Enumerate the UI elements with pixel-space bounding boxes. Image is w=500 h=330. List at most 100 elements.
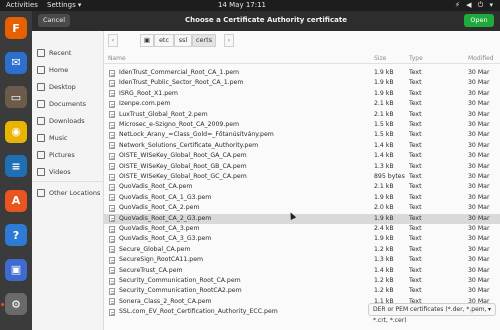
file-name: IdenTrust_Commercial_Root_CA_1.pem <box>119 69 240 76</box>
file-row[interactable]: LuxTrust_Global_Root_2.pem 2.1 kB Text 30 M… <box>104 110 500 120</box>
sidebar-item-label: Recent <box>49 49 72 57</box>
file-name: QuoVadis_Root_CA_3.pem <box>119 225 200 232</box>
text-file-icon <box>109 308 115 316</box>
screenshot-icon[interactable]: ▣ <box>5 258 27 281</box>
file-row[interactable]: ISRG_Root_X1.pem 1.9 kB Text 30 Mar <box>104 89 500 99</box>
rhythmbox-icon[interactable]: ◉ <box>5 120 27 143</box>
open-button[interactable]: Open <box>464 14 494 27</box>
settings-icon[interactable]: ⚙ <box>5 293 27 315</box>
file-type-filter[interactable]: DER or PEM certificates (*.der, *.pem, *… <box>368 303 496 324</box>
file-size: 2.0 kB <box>374 204 394 212</box>
sidebar-item-videos[interactable]: Videos <box>32 165 104 179</box>
sidebar-item-downloads[interactable]: Downloads <box>32 114 104 128</box>
software-icon[interactable]: A <box>5 189 27 212</box>
file-modified: 30 Mar <box>468 89 490 97</box>
file-type: Text <box>409 141 422 149</box>
text-file-icon <box>109 225 115 233</box>
column-header: Name Size Type Modified <box>104 53 500 64</box>
sidebar-item-home[interactable]: Home <box>32 63 104 77</box>
file-row[interactable]: Secure_Global_CA.pem 1.2 kB Text 30 Mar <box>104 245 500 255</box>
help-icon[interactable]: ? <box>5 224 27 246</box>
file-row[interactable]: Security_Communication_RootCA2.pem 1.2 kB… <box>104 286 500 296</box>
sidebar-item-recent[interactable]: Recent <box>32 46 104 60</box>
file-row[interactable]: OISTE_WISeKey_Global_Root_GC_CA.pem 895 b… <box>104 172 500 182</box>
file-row[interactable]: QuoVadis_Root_CA_1_G3.pem 1.9 kB Text 30 Ma… <box>104 193 500 203</box>
text-file-icon <box>109 256 115 264</box>
path-right-arrow-icon[interactable]: › <box>224 34 234 47</box>
file-row[interactable]: QuoVadis_Root_CA_2.pem 2.0 kB Text 30 Mar <box>104 203 500 213</box>
file-row[interactable]: IdenTrust_Commercial_Root_CA_1.pem 1.9 kB… <box>104 68 500 78</box>
file-name: Sonera_Class_2_Root_CA.pem <box>119 297 212 305</box>
file-name: LuxTrust_Global_Root_2.pem <box>119 110 208 118</box>
sidebar-item-label: Other Locations <box>49 189 101 197</box>
column-type[interactable]: Type <box>409 55 423 62</box>
activities-button[interactable]: Activities <box>6 1 38 9</box>
file-type: Text <box>409 287 422 295</box>
thunderbird-icon[interactable]: ✉ <box>5 51 27 74</box>
sidebar-item-pictures[interactable]: Pictures <box>32 148 104 162</box>
file-name: Secure_Global_CA.pem <box>119 245 191 253</box>
file-modified: 30 Mar <box>468 131 490 139</box>
file-modified: 30 Mar <box>468 110 490 118</box>
file-size: 1.3 kB <box>374 256 394 264</box>
system-tray[interactable]: ⚡ ◀ ⏻ ▾ <box>455 1 495 10</box>
file-modified: 30 Mar <box>468 100 490 108</box>
firefox-icon[interactable]: F <box>5 17 27 39</box>
file-row[interactable]: QuoVadis_Root_CA_2_G3.pem 1.9 kB Text 30 Ma… <box>104 213 500 224</box>
file-name: ISRG_Root_X1.pem <box>119 89 178 97</box>
sidebar-item-music[interactable]: Music <box>32 131 104 145</box>
column-modified[interactable]: Modified <box>468 55 494 62</box>
file-row[interactable]: Microsec_e-Szigno_Root_CA_2009.pem 1.5 kB… <box>104 120 500 130</box>
file-row[interactable]: Security_Communication_Root_CA.pem 1.2 kB… <box>104 276 500 286</box>
sidebar-item-desktop[interactable]: Desktop <box>32 80 104 94</box>
file-type: Text <box>409 121 422 128</box>
app-menu[interactable]: Settings ▾ <box>47 1 81 9</box>
crumb-ssl[interactable]: ssl <box>174 34 192 47</box>
column-name[interactable]: Name <box>108 55 126 62</box>
file-chooser-dialog: Cancel Choose a Certificate Authority ce… <box>32 11 500 330</box>
file-type: Text <box>409 110 422 118</box>
file-row[interactable]: IdenTrust_Public_Sector_Root_CA_1.pem 1.9… <box>104 78 500 88</box>
file-modified: 30 Mar <box>468 141 490 149</box>
file-row[interactable]: SecureTrust_CA.pem 1.4 kB Text 30 Mar <box>104 266 500 276</box>
file-row[interactable]: NetLock_Arany_=Class_Gold=_Főtanúsítvány… <box>104 130 500 140</box>
file-name: QuoVadis_Root_CA_2_G3.pem <box>119 214 212 222</box>
music-icon <box>37 134 45 142</box>
downloads-icon <box>37 117 45 125</box>
text-file-icon <box>109 194 115 202</box>
file-name: QuoVadis_Root_CA_2.pem <box>119 204 200 212</box>
file-row[interactable]: SecureSign_RootCA11.pem 1.3 kB Text 30 Mar <box>104 255 500 265</box>
file-row[interactable]: Network_Solutions_Certificate_Authority.… <box>104 141 500 151</box>
file-type: Text <box>409 277 422 284</box>
file-name: QuoVadis_Root_CA_3_G3.pem <box>119 235 212 243</box>
file-row[interactable]: QuoVadis_Root_CA_3.pem 2.4 kB Text 30 Mar <box>104 224 500 234</box>
file-name: Network_Solutions_Certificate_Authority.… <box>119 141 259 149</box>
crumb-certs[interactable]: certs <box>192 34 216 47</box>
files-icon[interactable]: ▭ <box>5 86 27 108</box>
file-type: Text <box>409 266 422 274</box>
path-left-arrow-icon[interactable]: ‹ <box>108 34 118 47</box>
drive-icon[interactable]: ▣ <box>140 34 154 47</box>
file-list[interactable]: IdenTrust_Commercial_Root_CA_1.pem 1.9 kB… <box>104 64 500 321</box>
file-name: OISTE_WISeKey_Global_Root_GC_CA.pem <box>119 173 247 180</box>
writer-icon[interactable]: ≡ <box>5 155 27 177</box>
crumb-etc[interactable]: etc <box>154 34 174 47</box>
sidebar-item-other-locations[interactable]: Other Locations <box>32 186 104 200</box>
file-size: 1.9 kB <box>374 193 394 201</box>
file-modified: 30 Mar <box>468 266 490 274</box>
file-row[interactable]: OISTE_WISeKey_Global_Root_GB_CA.pem 1.3 k… <box>104 162 500 172</box>
file-row[interactable]: QuoVadis_Root_CA_3_G3.pem 1.9 kB Text 30 Ma… <box>104 234 500 244</box>
file-modified: 30 Mar <box>468 225 490 232</box>
clock[interactable]: 14 May 17:11 <box>218 1 266 9</box>
sidebar-item-documents[interactable]: Documents <box>32 97 104 111</box>
sidebar-item-label: Desktop <box>49 83 76 91</box>
file-modified: 30 Mar <box>468 235 490 243</box>
file-type: Text <box>409 152 422 160</box>
file-row[interactable]: QuoVadis_Root_CA.pem 2.1 kB Text 30 Mar <box>104 182 500 192</box>
column-size[interactable]: Size <box>374 55 386 62</box>
file-row[interactable]: OISTE_WISeKey_Global_Root_GA_CA.pem 1.4 k… <box>104 151 500 161</box>
documents-icon <box>37 100 45 108</box>
file-row[interactable]: Izenpe.com.pem 2.1 kB Text 30 Mar <box>104 99 500 109</box>
file-size: 1.2 kB <box>374 277 394 284</box>
file-name: Izenpe.com.pem <box>119 100 171 108</box>
